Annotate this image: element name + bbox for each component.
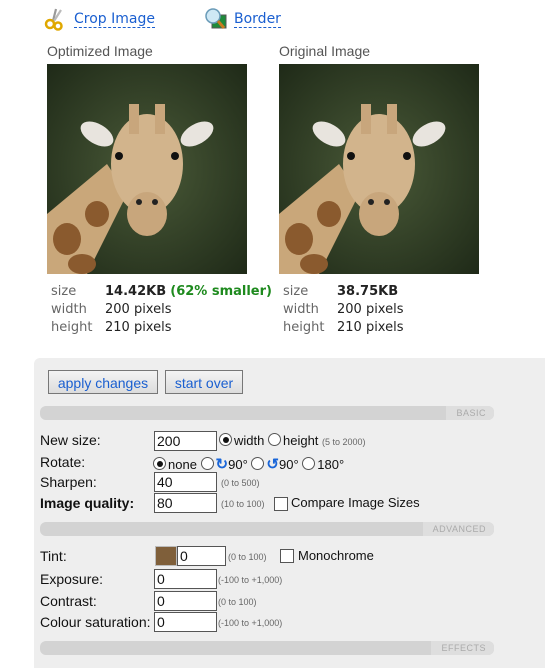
monochrome-label: Monochrome — [298, 548, 374, 563]
colour-saturation-hint: (-100 to +1,000) — [218, 618, 283, 628]
size-label: size — [283, 284, 309, 299]
sharpen-input[interactable]: 40 — [154, 472, 217, 492]
optimized-stats: size 14.42KB (62% smaller) width 200 pixel… — [51, 283, 272, 337]
dimension-width-label: width — [234, 433, 265, 448]
original-image-title: Original Image — [279, 43, 371, 59]
rotate-clockwise-icon: ↻ — [215, 456, 229, 473]
dimension-width-radio[interactable] — [219, 433, 232, 446]
rotate-ccw-label: 90° — [279, 457, 299, 472]
width-value: 200 pixels — [337, 302, 404, 317]
compare-image-sizes-label: Compare Image Sizes — [291, 495, 420, 510]
size-value: 38.75KB — [337, 284, 399, 299]
colour-saturation-label: Colour saturation: — [40, 614, 151, 630]
rotate-label: Rotate: — [40, 454, 86, 470]
dimension-height-label: height — [282, 433, 319, 448]
start-over-button[interactable]: start over — [165, 370, 243, 394]
advanced-section-bar[interactable]: ADVANCED — [40, 522, 494, 536]
magnifier-picture-icon — [204, 7, 228, 31]
dimension-height-radio[interactable] — [267, 433, 281, 446]
basic-section-bar[interactable]: BASIC — [40, 406, 494, 420]
tint-hint: (0 to 100) — [228, 552, 267, 562]
original-image-column: Original Image size 38.75KB width 200 pixe… — [279, 42, 479, 337]
compare-image-sizes-checkbox[interactable] — [274, 497, 288, 511]
rotate-180-radio[interactable] — [302, 457, 316, 470]
exposure-input[interactable]: 0 — [154, 569, 217, 589]
height-value: 210 pixels — [105, 320, 172, 335]
rotate-cw-label: 90° — [228, 457, 248, 472]
border-label[interactable]: Border — [234, 11, 281, 28]
original-stats: size 38.75KB width 200 pixels height 210 pi… — [283, 283, 479, 337]
width-label: width — [51, 302, 87, 317]
width-value: 200 pixels — [105, 302, 172, 317]
tint-label: Tint: — [40, 548, 67, 564]
tint-input[interactable]: 0 — [177, 546, 226, 566]
rotate-cw-radio[interactable] — [200, 457, 214, 470]
optimized-image-column: Optimized Image size 14.42KB (62% smaller… — [47, 42, 272, 337]
contrast-input[interactable]: 0 — [154, 591, 217, 611]
rotate-counterclockwise-icon: ↺ — [266, 456, 279, 473]
rotate-180-label: 180° — [317, 457, 345, 472]
crop-image-label[interactable]: Crop Image — [74, 11, 155, 28]
new-size-hint: (5 to 2000) — [322, 437, 366, 447]
sharpen-hint: (0 to 500) — [221, 478, 260, 488]
image-quality-hint: (10 to 100) — [221, 499, 265, 509]
size-value: 14.42KB — [105, 284, 167, 299]
colour-saturation-input[interactable]: 0 — [154, 612, 217, 632]
new-size-input[interactable]: 200 — [154, 431, 217, 451]
size-label: size — [51, 284, 77, 299]
apply-changes-button[interactable]: apply changes — [48, 370, 158, 394]
scissors-icon — [44, 7, 68, 31]
crop-image-link[interactable]: Crop Image — [44, 7, 155, 31]
new-size-label: New size: — [40, 432, 101, 448]
sharpen-label: Sharpen: — [40, 474, 97, 490]
advanced-section-label: ADVANCED — [422, 522, 494, 536]
contrast-hint: (0 to 100) — [218, 597, 257, 607]
rotate-none-radio[interactable] — [153, 457, 166, 470]
effects-section-label: EFFECTS — [431, 641, 494, 655]
border-link[interactable]: Border — [204, 7, 281, 31]
original-giraffe-image — [279, 64, 479, 274]
rotate-ccw-radio[interactable] — [251, 457, 265, 470]
height-value: 210 pixels — [337, 320, 404, 335]
height-label: height — [51, 320, 93, 335]
exposure-label: Exposure: — [40, 571, 104, 587]
size-reduction: (62% smaller) — [170, 284, 272, 299]
rotate-none-label: none — [168, 457, 197, 472]
height-label: height — [283, 320, 325, 335]
image-quality-label: Image quality: — [40, 495, 135, 511]
contrast-label: Contrast: — [40, 593, 97, 609]
monochrome-checkbox[interactable] — [280, 549, 294, 563]
tint-color-swatch[interactable] — [155, 546, 177, 566]
optimized-image-title: Optimized Image — [47, 43, 153, 59]
effects-section-bar[interactable]: EFFECTS — [40, 641, 494, 655]
settings-panel: apply changes start over BASIC New size:… — [34, 358, 545, 668]
optimized-giraffe-image — [47, 64, 247, 274]
image-quality-input[interactable]: 80 — [154, 493, 217, 513]
exposure-hint: (-100 to +1,000) — [218, 575, 283, 585]
width-label: width — [283, 302, 319, 317]
basic-section-label: BASIC — [446, 406, 494, 420]
